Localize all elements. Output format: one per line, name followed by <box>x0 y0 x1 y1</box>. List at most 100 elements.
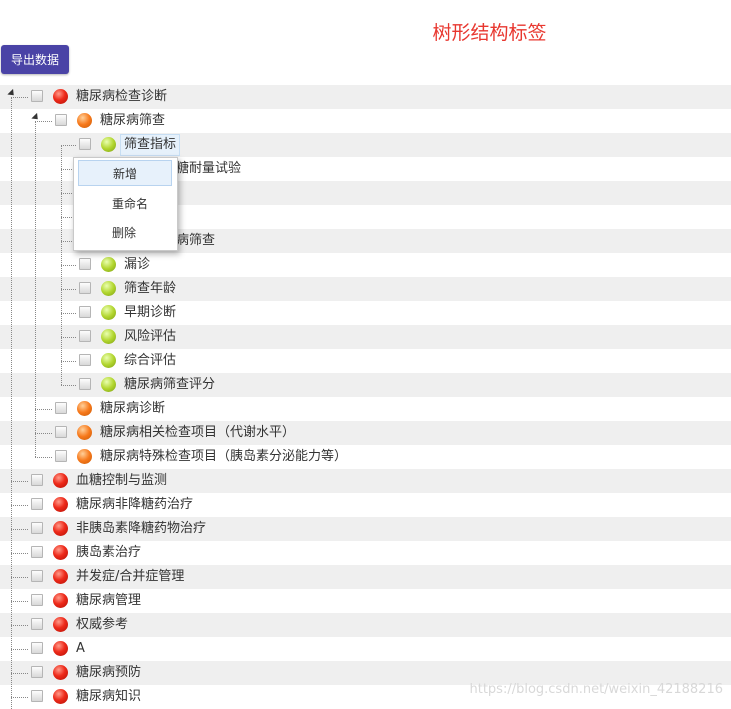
node-label[interactable]: 糖尿病筛查 <box>100 112 165 130</box>
node-checkbox[interactable] <box>79 258 91 270</box>
node-checkbox[interactable] <box>31 522 43 534</box>
tree-node[interactable]: A <box>0 637 731 661</box>
node-label[interactable]: 糖尿病诊断 <box>100 400 165 418</box>
tree-node[interactable]: 风险评估 <box>0 325 731 349</box>
node-label[interactable]: 并发症/合并症管理 <box>76 568 184 586</box>
red-node-icon <box>53 641 68 656</box>
node-label[interactable]: 糖尿病特殊检查项目（胰岛素分泌能力等） <box>100 448 347 466</box>
tree-node[interactable]: 综合评估 <box>0 349 731 373</box>
node-checkbox[interactable] <box>31 498 43 510</box>
node-label[interactable]: 早期诊断 <box>124 304 176 322</box>
red-node-icon <box>53 497 68 512</box>
orange-node-icon <box>77 425 92 440</box>
tree-node[interactable]: 非胰岛素降糖药物治疗 <box>0 517 731 541</box>
orange-node-icon <box>77 449 92 464</box>
node-checkbox[interactable] <box>31 618 43 630</box>
tree-node[interactable]: 并发症/合并症管理 <box>0 565 731 589</box>
node-checkbox[interactable] <box>31 546 43 558</box>
node-checkbox[interactable] <box>79 330 91 342</box>
node-label[interactable]: A <box>76 640 85 658</box>
tree-node[interactable]: 早期诊断 <box>0 301 731 325</box>
node-checkbox[interactable] <box>79 138 91 150</box>
node-label[interactable]: 漏诊 <box>124 256 150 274</box>
node-checkbox[interactable] <box>79 378 91 390</box>
tree-node[interactable]: 糖尿病筛查评分 <box>0 373 731 397</box>
node-label[interactable]: 糖尿病管理 <box>76 592 141 610</box>
node-label[interactable]: 糖尿病相关检查项目（代谢水平） <box>100 424 295 442</box>
node-label[interactable]: 糖尿病预防 <box>76 664 141 682</box>
tree-node[interactable]: 筛查年龄 <box>0 277 731 301</box>
node-checkbox[interactable] <box>31 90 43 102</box>
tree-guide-line <box>61 145 62 385</box>
tree-connector <box>35 121 52 122</box>
node-checkbox[interactable] <box>31 666 43 678</box>
menu-item-delete[interactable]: 删除 <box>78 220 172 246</box>
node-label[interactable]: 胰岛素治疗 <box>76 544 141 562</box>
tree-connector <box>11 529 28 530</box>
green-node-icon <box>101 305 116 320</box>
tree-connector <box>61 361 76 362</box>
tree-connector <box>61 337 76 338</box>
tree-connector <box>35 409 52 410</box>
node-label[interactable]: 非胰岛素降糖药物治疗 <box>76 520 206 538</box>
node-label[interactable]: 糖尿病知识 <box>76 688 141 706</box>
green-node-icon <box>101 329 116 344</box>
tree-node[interactable]: 糖尿病相关检查项目（代谢水平） <box>0 421 731 445</box>
node-checkbox[interactable] <box>79 282 91 294</box>
tree-connector <box>11 601 28 602</box>
green-node-icon <box>101 281 116 296</box>
node-checkbox[interactable] <box>79 354 91 366</box>
tree-connector <box>11 649 28 650</box>
node-checkbox[interactable] <box>31 570 43 582</box>
tree-connector <box>11 577 28 578</box>
tree-node[interactable]: 糖尿病特殊检查项目（胰岛素分泌能力等） <box>0 445 731 469</box>
node-checkbox[interactable] <box>55 114 67 126</box>
node-label[interactable]: 糖尿病筛查评分 <box>124 376 215 394</box>
green-node-icon <box>101 353 116 368</box>
node-checkbox[interactable] <box>31 642 43 654</box>
node-checkbox[interactable] <box>31 690 43 702</box>
node-label[interactable]: 权威参考 <box>76 616 128 634</box>
node-label[interactable]: 筛查指标 <box>120 134 181 156</box>
tree-node[interactable]: 糖尿病管理 <box>0 589 731 613</box>
tree-node[interactable]: 血糖控制与监测 <box>0 469 731 493</box>
node-checkbox[interactable] <box>31 594 43 606</box>
tree-guide-line <box>11 97 12 709</box>
context-menu: 新增 重命名 删除 <box>73 157 178 251</box>
tree-node[interactable]: 权威参考 <box>0 613 731 637</box>
tree-connector <box>11 97 28 98</box>
tree-node[interactable]: 糖尿病检查诊断 <box>0 85 731 109</box>
red-node-icon <box>53 593 68 608</box>
node-label[interactable]: 糖尿病检查诊断 <box>76 88 167 106</box>
red-node-icon <box>53 665 68 680</box>
red-node-icon <box>53 545 68 560</box>
menu-item-rename[interactable]: 重命名 <box>78 191 172 217</box>
tree-connector <box>35 457 52 458</box>
node-checkbox[interactable] <box>55 450 67 462</box>
menu-item-add[interactable]: 新增 <box>78 160 172 186</box>
export-data-button[interactable]: 导出数据 <box>1 45 69 74</box>
red-node-icon <box>53 89 68 104</box>
tree-guide-line <box>35 121 36 457</box>
tree-node[interactable]: 筛查指标 <box>0 133 731 157</box>
node-label[interactable]: 筛查年龄 <box>124 280 176 298</box>
tree-node[interactable]: 漏诊 <box>0 253 731 277</box>
node-checkbox[interactable] <box>55 402 67 414</box>
tree-node[interactable]: 糖尿病筛查 <box>0 109 731 133</box>
node-label[interactable]: 风险评估 <box>124 328 176 346</box>
green-node-icon <box>101 137 116 152</box>
tree-connector <box>11 625 28 626</box>
tree-node[interactable]: 糖尿病非降糖药治疗 <box>0 493 731 517</box>
tree-connector <box>61 265 76 266</box>
node-label[interactable]: 血糖控制与监测 <box>76 472 167 490</box>
tree-connector <box>61 289 76 290</box>
node-checkbox[interactable] <box>55 426 67 438</box>
node-label[interactable]: 综合评估 <box>124 352 176 370</box>
tree-connector <box>61 313 76 314</box>
tree-node[interactable]: 胰岛素治疗 <box>0 541 731 565</box>
tree-node[interactable]: 糖尿病诊断 <box>0 397 731 421</box>
orange-node-icon <box>77 113 92 128</box>
node-checkbox[interactable] <box>79 306 91 318</box>
node-checkbox[interactable] <box>31 474 43 486</box>
node-label[interactable]: 糖尿病非降糖药治疗 <box>76 496 193 514</box>
